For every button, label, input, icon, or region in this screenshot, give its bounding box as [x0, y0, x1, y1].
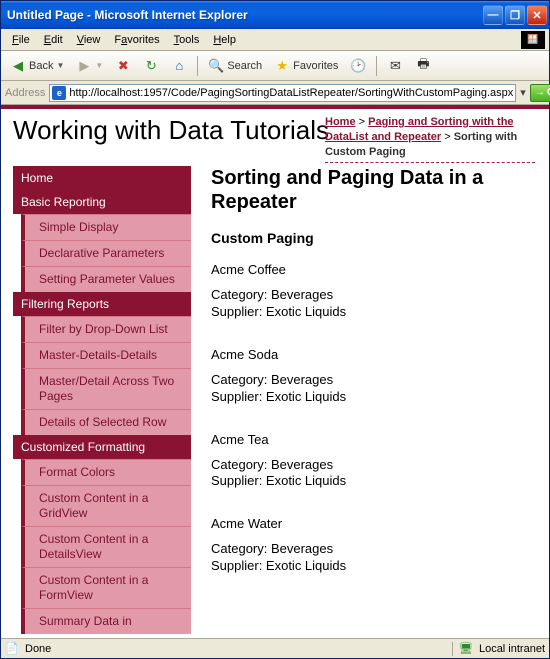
search-button[interactable]: 🔍 Search — [203, 55, 267, 77]
back-icon: ◀ — [10, 58, 26, 74]
menu-view[interactable]: View — [70, 32, 108, 48]
separator — [376, 56, 377, 76]
address-bar: Address e http://localhost:1957/Code/Pag… — [1, 81, 549, 105]
sidebar-item[interactable]: Custom Content in a GridView — [21, 485, 191, 526]
product-category: Category: Beverages — [211, 457, 531, 474]
breadcrumb: Home > Paging and Sorting with the DataL… — [325, 115, 535, 163]
page-content: Working with Data Tutorials Home > Pagin… — [1, 105, 549, 638]
sidebar-item[interactable]: Format Colors — [21, 459, 191, 485]
product-name: Acme Tea — [211, 432, 531, 447]
toolbar: ◀ Back ▼ ▶ ▼ ✖ ↻ ⌂ 🔍 Search ★ Favorites … — [1, 51, 549, 81]
sidebar-item[interactable]: Custom Content in a FormView — [21, 567, 191, 608]
dropdown-icon: ▼ — [95, 61, 103, 70]
titlebar: Untitled Page - Microsoft Internet Explo… — [1, 1, 549, 29]
forward-icon: ▶ — [76, 58, 92, 74]
sidebar-item[interactable]: Master-Details-Details — [21, 342, 191, 368]
ie-logo-icon: 🪟 — [521, 31, 545, 49]
close-button[interactable]: ✕ — [527, 5, 547, 25]
sidebar-item-home[interactable]: Home — [13, 166, 191, 190]
history-button[interactable]: 🕑 — [345, 55, 371, 77]
sidebar-item[interactable]: Setting Parameter Values — [21, 266, 191, 292]
search-icon: 🔍 — [208, 58, 224, 74]
product-supplier: Supplier: Exotic Liquids — [211, 473, 531, 490]
history-icon: 🕑 — [350, 58, 366, 74]
sidebar: Home Basic Reporting Simple Display Decl… — [13, 166, 191, 634]
stop-icon: ✖ — [115, 58, 131, 74]
menu-edit[interactable]: Edit — [37, 32, 70, 48]
product-item: Acme Coffee Category: BeveragesSupplier: … — [211, 262, 531, 321]
sidebar-section-filtering[interactable]: Filtering Reports — [13, 292, 191, 316]
sidebar-section-basic[interactable]: Basic Reporting — [13, 190, 191, 214]
ie-page-icon: e — [52, 86, 66, 100]
separator — [197, 56, 198, 76]
address-dropdown-icon[interactable]: ▾ — [520, 86, 526, 99]
sidebar-item[interactable]: Details of Selected Row — [21, 409, 191, 435]
sidebar-item[interactable]: Declarative Parameters — [21, 240, 191, 266]
sidebar-item[interactable]: Custom Content in a DetailsView — [21, 526, 191, 567]
back-label: Back — [29, 60, 53, 72]
refresh-button[interactable]: ↻ — [138, 55, 164, 77]
search-label: Search — [227, 60, 262, 72]
product-category: Category: Beverages — [211, 287, 531, 304]
maximize-button[interactable]: ❐ — [505, 5, 525, 25]
product-item: Acme Water Category: BeveragesSupplier: E… — [211, 516, 531, 575]
menu-help[interactable]: Help — [206, 32, 243, 48]
sidebar-item[interactable]: Simple Display — [21, 214, 191, 240]
print-icon: 🖶 — [415, 58, 431, 74]
status-text: Done — [25, 643, 51, 655]
menu-file[interactable]: File — [5, 32, 37, 48]
done-icon: 📄 — [5, 642, 19, 656]
mail-button[interactable]: ✉ — [382, 55, 408, 77]
menu-tools[interactable]: Tools — [167, 32, 207, 48]
main-content: Sorting and Paging Data in a Repeater Cu… — [211, 166, 537, 634]
sidebar-section-custom[interactable]: Customized Formatting — [13, 435, 191, 459]
address-label: Address — [5, 87, 45, 99]
product-supplier: Supplier: Exotic Liquids — [211, 304, 531, 321]
product-category: Category: Beverages — [211, 541, 531, 558]
mail-icon: ✉ — [387, 58, 403, 74]
address-url: http://localhost:1957/Code/PagingSorting… — [69, 87, 513, 99]
print-button[interactable]: 🖶 — [410, 55, 436, 77]
window-title: Untitled Page - Microsoft Internet Explo… — [7, 8, 483, 22]
home-icon: ⌂ — [171, 58, 187, 74]
dropdown-icon: ▼ — [56, 61, 64, 70]
zone-icon: 🖥 — [459, 642, 473, 656]
refresh-icon: ↻ — [143, 58, 159, 74]
menu-favorites[interactable]: Favorites — [107, 32, 166, 48]
window-controls: — ❐ ✕ — [483, 5, 547, 25]
product-item: Acme Soda Category: BeveragesSupplier: Ex… — [211, 347, 531, 406]
favorites-label: Favorites — [293, 60, 338, 72]
menubar: File Edit View Favorites Tools Help 🪟 — [1, 29, 549, 51]
go-icon: → — [535, 87, 545, 98]
stop-button[interactable]: ✖ — [110, 55, 136, 77]
star-icon: ★ — [274, 58, 290, 74]
content-subheading: Custom Paging — [211, 230, 531, 246]
address-input[interactable]: e http://localhost:1957/Code/PagingSorti… — [49, 84, 516, 102]
product-name: Acme Soda — [211, 347, 531, 362]
go-button[interactable]: → Go — [530, 84, 550, 102]
home-button[interactable]: ⌂ — [166, 55, 192, 77]
product-supplier: Supplier: Exotic Liquids — [211, 558, 531, 575]
product-name: Acme Coffee — [211, 262, 531, 277]
product-supplier: Supplier: Exotic Liquids — [211, 389, 531, 406]
browser-window: Untitled Page - Microsoft Internet Explo… — [0, 0, 550, 659]
breadcrumb-home[interactable]: Home — [325, 116, 356, 128]
zone-text: Local intranet — [479, 643, 545, 655]
sidebar-item[interactable]: Filter by Drop-Down List — [21, 316, 191, 342]
product-category: Category: Beverages — [211, 372, 531, 389]
favorites-button[interactable]: ★ Favorites — [269, 55, 343, 77]
sidebar-item[interactable]: Summary Data in — [21, 608, 191, 634]
sidebar-item[interactable]: Master/Detail Across Two Pages — [21, 368, 191, 409]
product-name: Acme Water — [211, 516, 531, 531]
content-heading: Sorting and Paging Data in a Repeater — [211, 166, 531, 214]
statusbar: 📄 Done 🖥 Local intranet — [1, 638, 549, 658]
forward-button[interactable]: ▶ ▼ — [71, 55, 108, 77]
back-button[interactable]: ◀ Back ▼ — [5, 55, 69, 77]
minimize-button[interactable]: — — [483, 5, 503, 25]
product-item: Acme Tea Category: BeveragesSupplier: Exo… — [211, 432, 531, 491]
